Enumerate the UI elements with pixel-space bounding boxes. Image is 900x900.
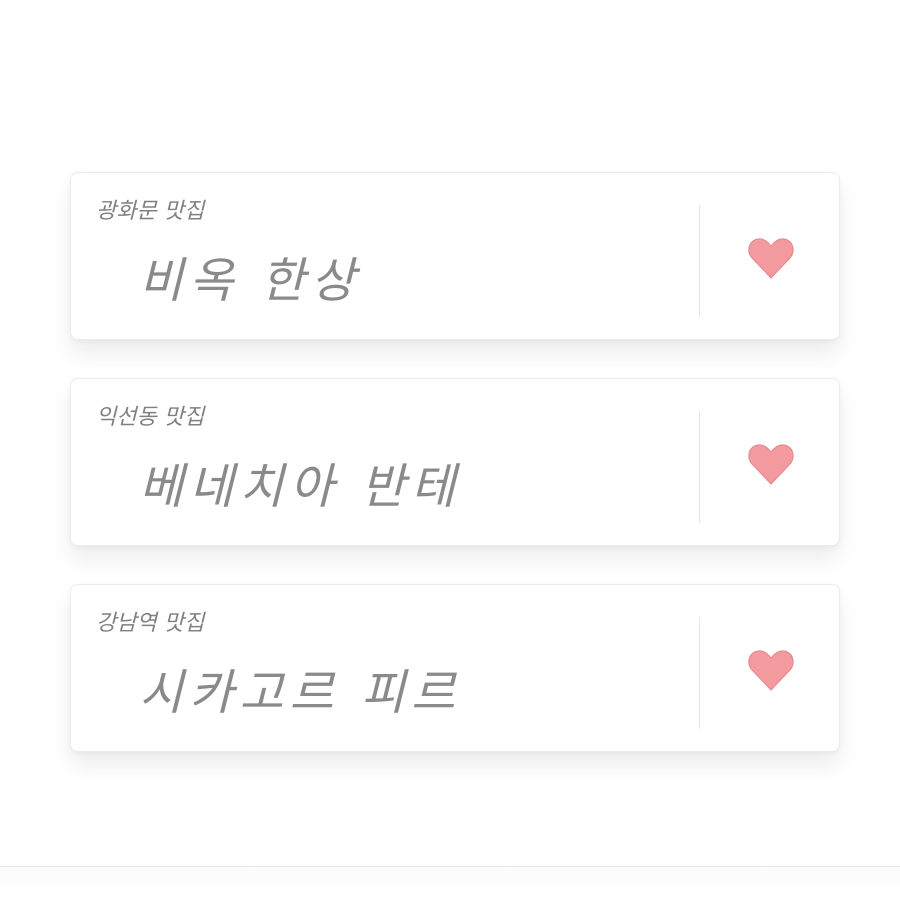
restaurant-card[interactable]: 강남역 맛집 시카고르 피르	[70, 584, 840, 752]
heart-icon	[748, 238, 794, 279]
restaurant-card-list: 광화문 맛집 비옥 한상 익선동 맛집 베네치아 반테 강남역 맛집 시카고르 …	[70, 172, 840, 790]
heart-icon	[748, 650, 794, 691]
restaurant-name: 시카고르 피르	[139, 665, 462, 721]
restaurant-name: 비옥 한상	[139, 253, 361, 309]
restaurant-favorites-page: 광화문 맛집 비옥 한상 익선동 맛집 베네치아 반테 강남역 맛집 시카고르 …	[0, 0, 900, 900]
restaurant-area-label: 익선동 맛집	[96, 405, 205, 430]
like-button[interactable]	[735, 225, 807, 291]
card-divider	[699, 617, 700, 729]
restaurant-card[interactable]: 광화문 맛집 비옥 한상	[70, 172, 840, 340]
card-divider	[699, 411, 700, 523]
like-button[interactable]	[735, 637, 807, 703]
heart-icon	[748, 444, 794, 485]
restaurant-name: 베네치아 반테	[139, 459, 462, 515]
restaurant-area-label: 광화문 맛집	[96, 199, 205, 224]
restaurant-area-label: 강남역 맛집	[96, 611, 205, 636]
like-button[interactable]	[735, 431, 807, 497]
bottom-bar	[0, 866, 900, 900]
restaurant-card[interactable]: 익선동 맛집 베네치아 반테	[70, 378, 840, 546]
card-divider	[699, 205, 700, 317]
